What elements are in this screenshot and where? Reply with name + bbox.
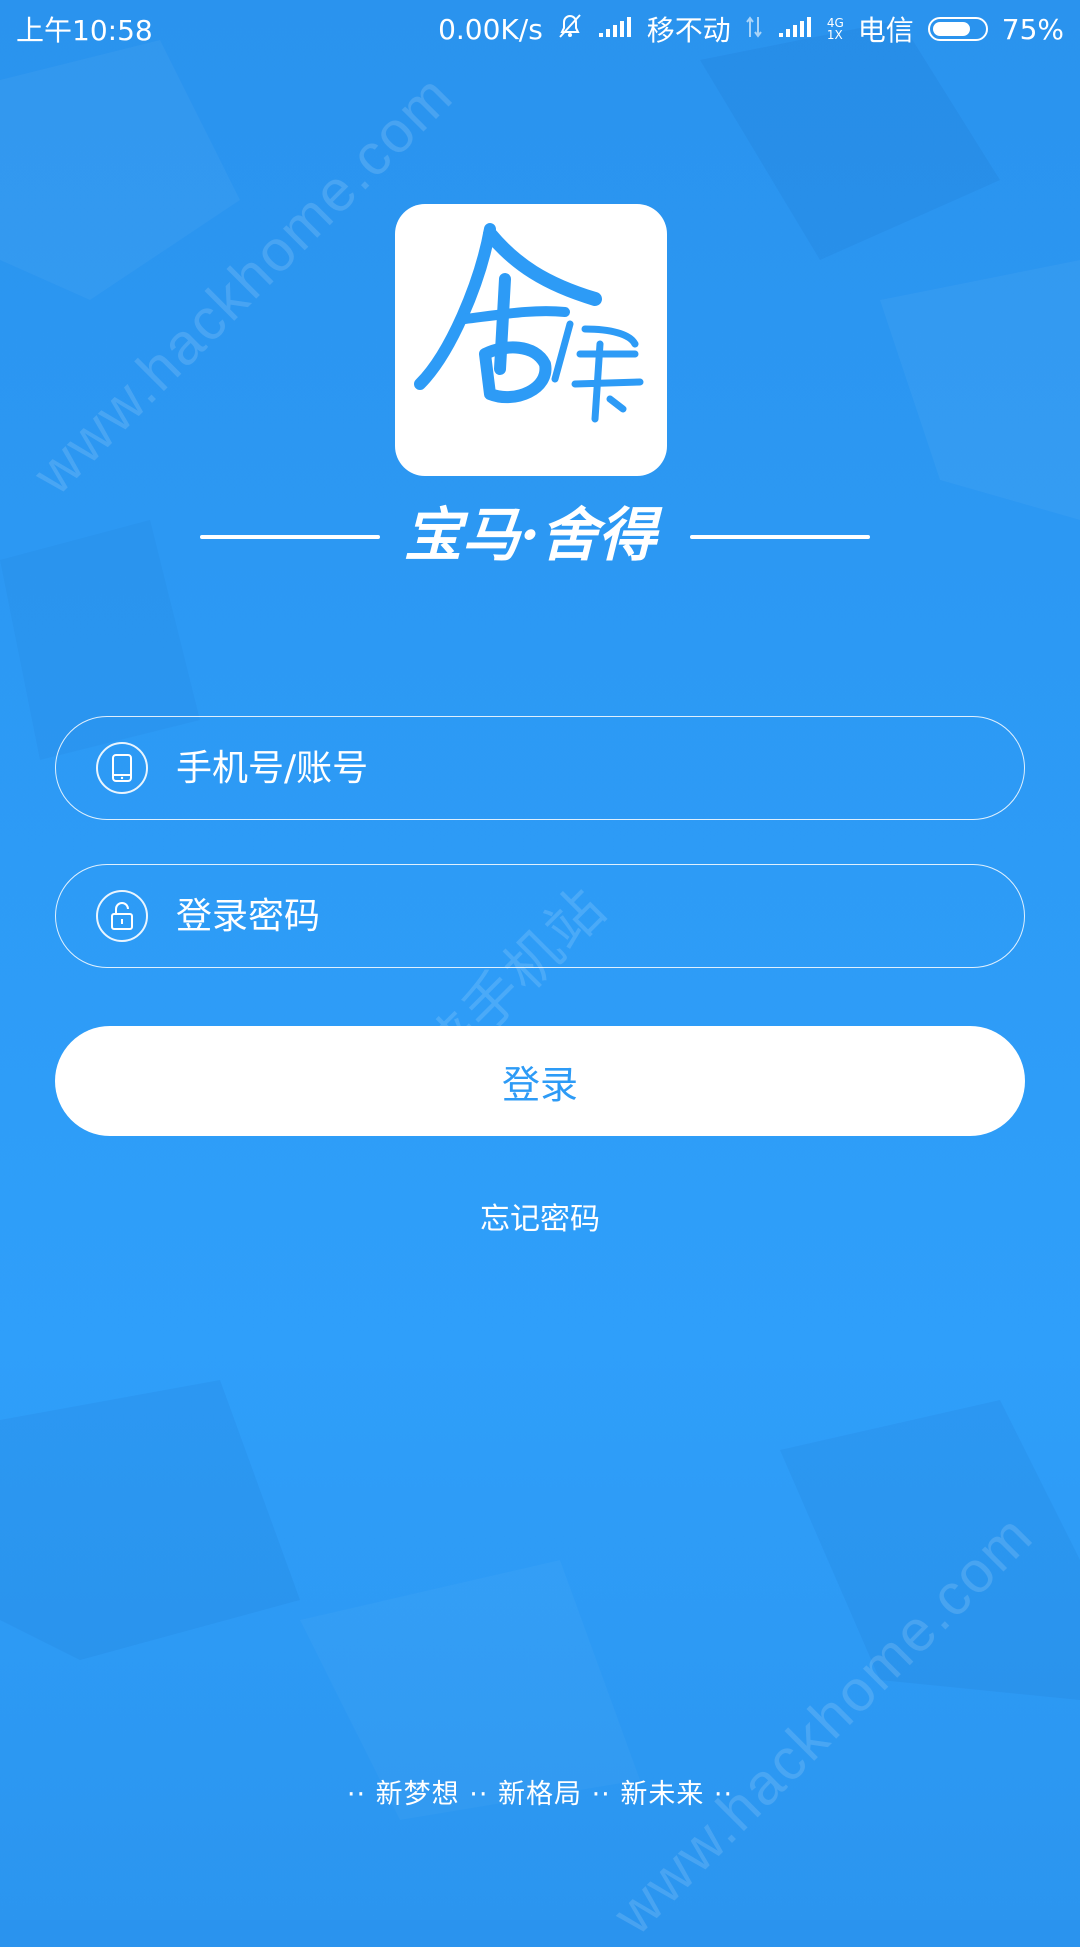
carrier-1: 移不动: [646, 14, 731, 47]
footer-slogan: ·· 新梦想 ·· 新格局 ·· 新未来 ··: [346, 1779, 734, 1810]
battery-icon: [927, 17, 988, 41]
slogan-line-left: [200, 535, 380, 539]
signal-icon: [597, 13, 633, 46]
battery-fill: [932, 22, 971, 36]
password-input[interactable]: [174, 894, 958, 938]
password-field[interactable]: [55, 864, 1025, 968]
carrier-2: 电信: [857, 14, 914, 47]
watermark-bottom: www.hackhome.com: [600, 1501, 1046, 1947]
bell-muted-icon: [557, 12, 583, 47]
forgot-password-link[interactable]: 忘记密码: [0, 1194, 1080, 1238]
phone-icon: [96, 742, 148, 794]
app-logo: [395, 204, 667, 476]
brand-slogan: 宝马·舍得: [403, 501, 657, 569]
account-field[interactable]: [55, 716, 1025, 820]
app-logo-mark: [414, 223, 644, 423]
signal-icon-2: [777, 13, 813, 46]
data-arrows-icon: [745, 13, 763, 46]
lock-icon: [96, 890, 148, 942]
slogan-line-right: [690, 535, 870, 539]
status-time: 上午10:58: [16, 14, 153, 47]
account-input[interactable]: [174, 746, 958, 790]
battery-percent: 75%: [1001, 12, 1064, 46]
network-type-bottom: 1X: [826, 28, 843, 42]
login-button[interactable]: 登录: [55, 1026, 1025, 1136]
status-bar: 上午10:58 0.00K/s 移不动 4G 1X 电信 75%: [0, 0, 1080, 58]
net-speed: 0.00K/s: [438, 12, 543, 46]
network-type: 4G 1X: [827, 17, 844, 41]
